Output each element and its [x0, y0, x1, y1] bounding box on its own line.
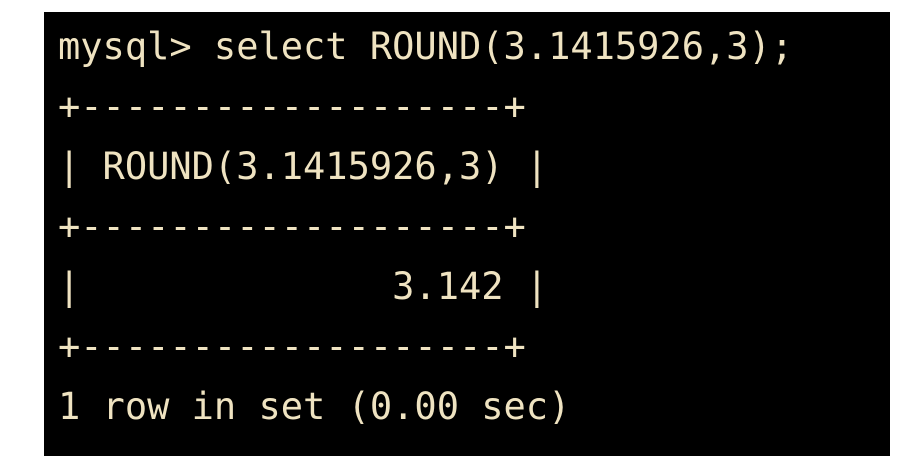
- command-prompt-line: mysql> select ROUND(3.1415926,3);: [58, 25, 794, 68]
- table-border-top: +-------------------+: [58, 85, 526, 128]
- table-value-row: | 3.142 |: [58, 265, 549, 308]
- table-border-bottom: +-------------------+: [58, 325, 526, 368]
- table-header-row: | ROUND(3.1415926,3) |: [58, 145, 549, 188]
- table-border-middle: +-------------------+: [58, 205, 526, 248]
- terminal-window[interactable]: mysql> select ROUND(3.1415926,3); +-----…: [44, 12, 890, 456]
- result-summary-line: 1 row in set (0.00 sec): [58, 385, 571, 428]
